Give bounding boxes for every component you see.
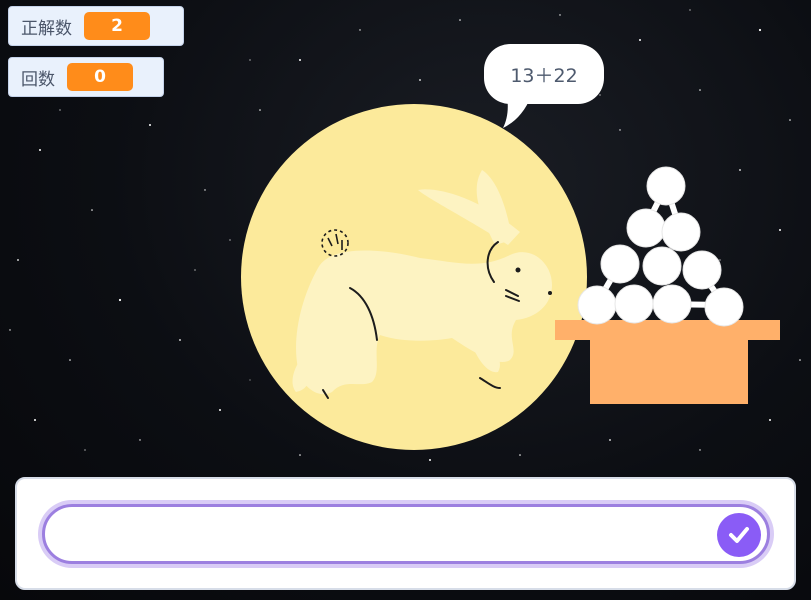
answer-input[interactable]: [42, 504, 770, 564]
answer-panel: [15, 477, 796, 590]
dango-stand: [555, 320, 780, 404]
submit-button[interactable]: [717, 513, 761, 557]
speech-text: 13＋22: [510, 64, 578, 87]
check-icon: [729, 527, 749, 543]
dango: [577, 166, 744, 327]
speech-tail: [503, 96, 531, 128]
speech-bubble: 13＋22: [484, 44, 604, 104]
stage: 正解数 2 回数 0 13＋22: [0, 0, 811, 600]
